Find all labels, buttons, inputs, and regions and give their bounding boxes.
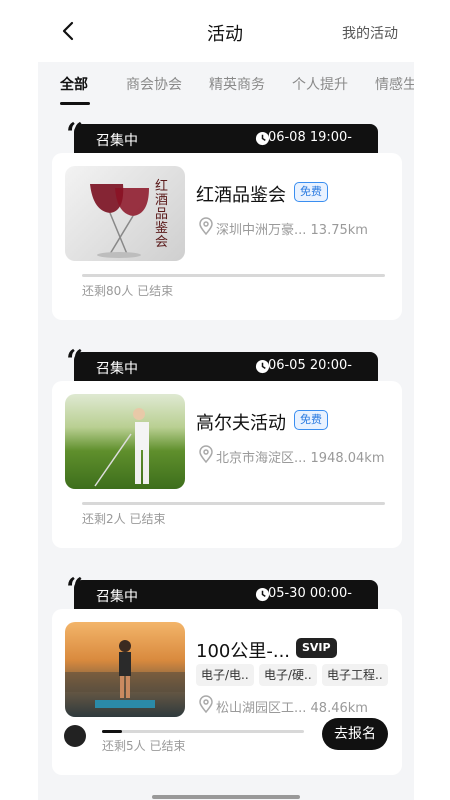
location-pin-icon xyxy=(199,217,213,235)
event-name: 红酒品鉴会 xyxy=(196,185,286,206)
svip-badge: SVIP xyxy=(296,638,337,658)
remaining-seats: 还剩80人 已结束 xyxy=(82,284,174,298)
event-card[interactable]: 红酒品鉴会 红酒品鉴会 免费 深圳中洲万豪... 13.75km 还剩80人 已… xyxy=(52,153,402,320)
signup-progress-bar xyxy=(82,274,385,277)
my-activities-link[interactable]: 我的活动 xyxy=(342,23,398,43)
event-thumbnail xyxy=(65,394,185,489)
event-card[interactable]: 100公里-... SVIP 电子/电.. 电子/硬.. 电子工程.. 松山湖园… xyxy=(52,609,402,775)
event-thumbnail xyxy=(65,622,185,717)
event-location: 松山湖园区工... 48.46km xyxy=(216,701,368,716)
event-banner: 召集中 05-30 00:00- xyxy=(74,580,378,610)
status-label: 召集中 xyxy=(96,589,138,605)
event-name: 100公里-... xyxy=(196,641,291,662)
location-pin-icon xyxy=(199,695,213,713)
industry-tag: 电子/电.. xyxy=(196,664,254,686)
location-pin-icon xyxy=(199,445,213,463)
free-badge: 免费 xyxy=(294,182,328,202)
remaining-seats: 还剩5人 已结束 xyxy=(102,739,186,753)
industry-tag: 电子工程.. xyxy=(322,664,388,686)
remaining-seats: 还剩2人 已结束 xyxy=(82,512,166,526)
event-thumbnail: 红酒品鉴会 xyxy=(65,166,185,261)
signup-progress-bar xyxy=(102,730,304,733)
tab-active-indicator xyxy=(60,102,90,105)
status-label: 召集中 xyxy=(96,361,138,377)
event-banner: 召集中 06-08 19:00- xyxy=(74,124,378,154)
event-name: 高尔夫活动 xyxy=(196,413,286,434)
register-button[interactable]: 去报名 xyxy=(322,718,388,750)
tab-chamber[interactable]: 商会协会 xyxy=(126,74,182,94)
event-banner: 召集中 06-05 20:00- xyxy=(74,352,378,382)
golfer-image xyxy=(94,408,149,487)
category-tabs: 全部 商会协会 精英商务 个人提升 情感生 xyxy=(38,62,414,112)
tab-all[interactable]: 全部 xyxy=(60,74,88,94)
tab-elite-business[interactable]: 精英商务 xyxy=(209,74,265,94)
tab-self-improvement[interactable]: 个人提升 xyxy=(292,74,348,94)
industry-tag: 电子/硬.. xyxy=(259,664,317,686)
free-badge: 免费 xyxy=(294,410,328,430)
event-location: 北京市海淀区... 1948.04km xyxy=(216,451,385,466)
treadmill-runner-image xyxy=(65,640,185,708)
event-card[interactable]: 高尔夫活动 免费 北京市海淀区... 1948.04km 还剩2人 已结束 xyxy=(52,381,402,548)
status-label: 召集中 xyxy=(96,133,138,149)
home-indicator xyxy=(152,795,300,799)
event-time: 06-08 19:00- xyxy=(267,130,352,145)
tab-emotional[interactable]: 情感生 xyxy=(375,74,414,94)
attendee-avatar xyxy=(64,725,86,747)
signup-progress-bar xyxy=(82,502,385,505)
progress-fill xyxy=(102,730,123,733)
thumbnail-caption: 红酒品鉴会 xyxy=(155,179,169,250)
event-location: 深圳中洲万豪... 13.75km xyxy=(216,223,368,238)
event-time: 05-30 00:00- xyxy=(267,586,352,601)
event-time: 06-05 20:00- xyxy=(267,358,352,373)
